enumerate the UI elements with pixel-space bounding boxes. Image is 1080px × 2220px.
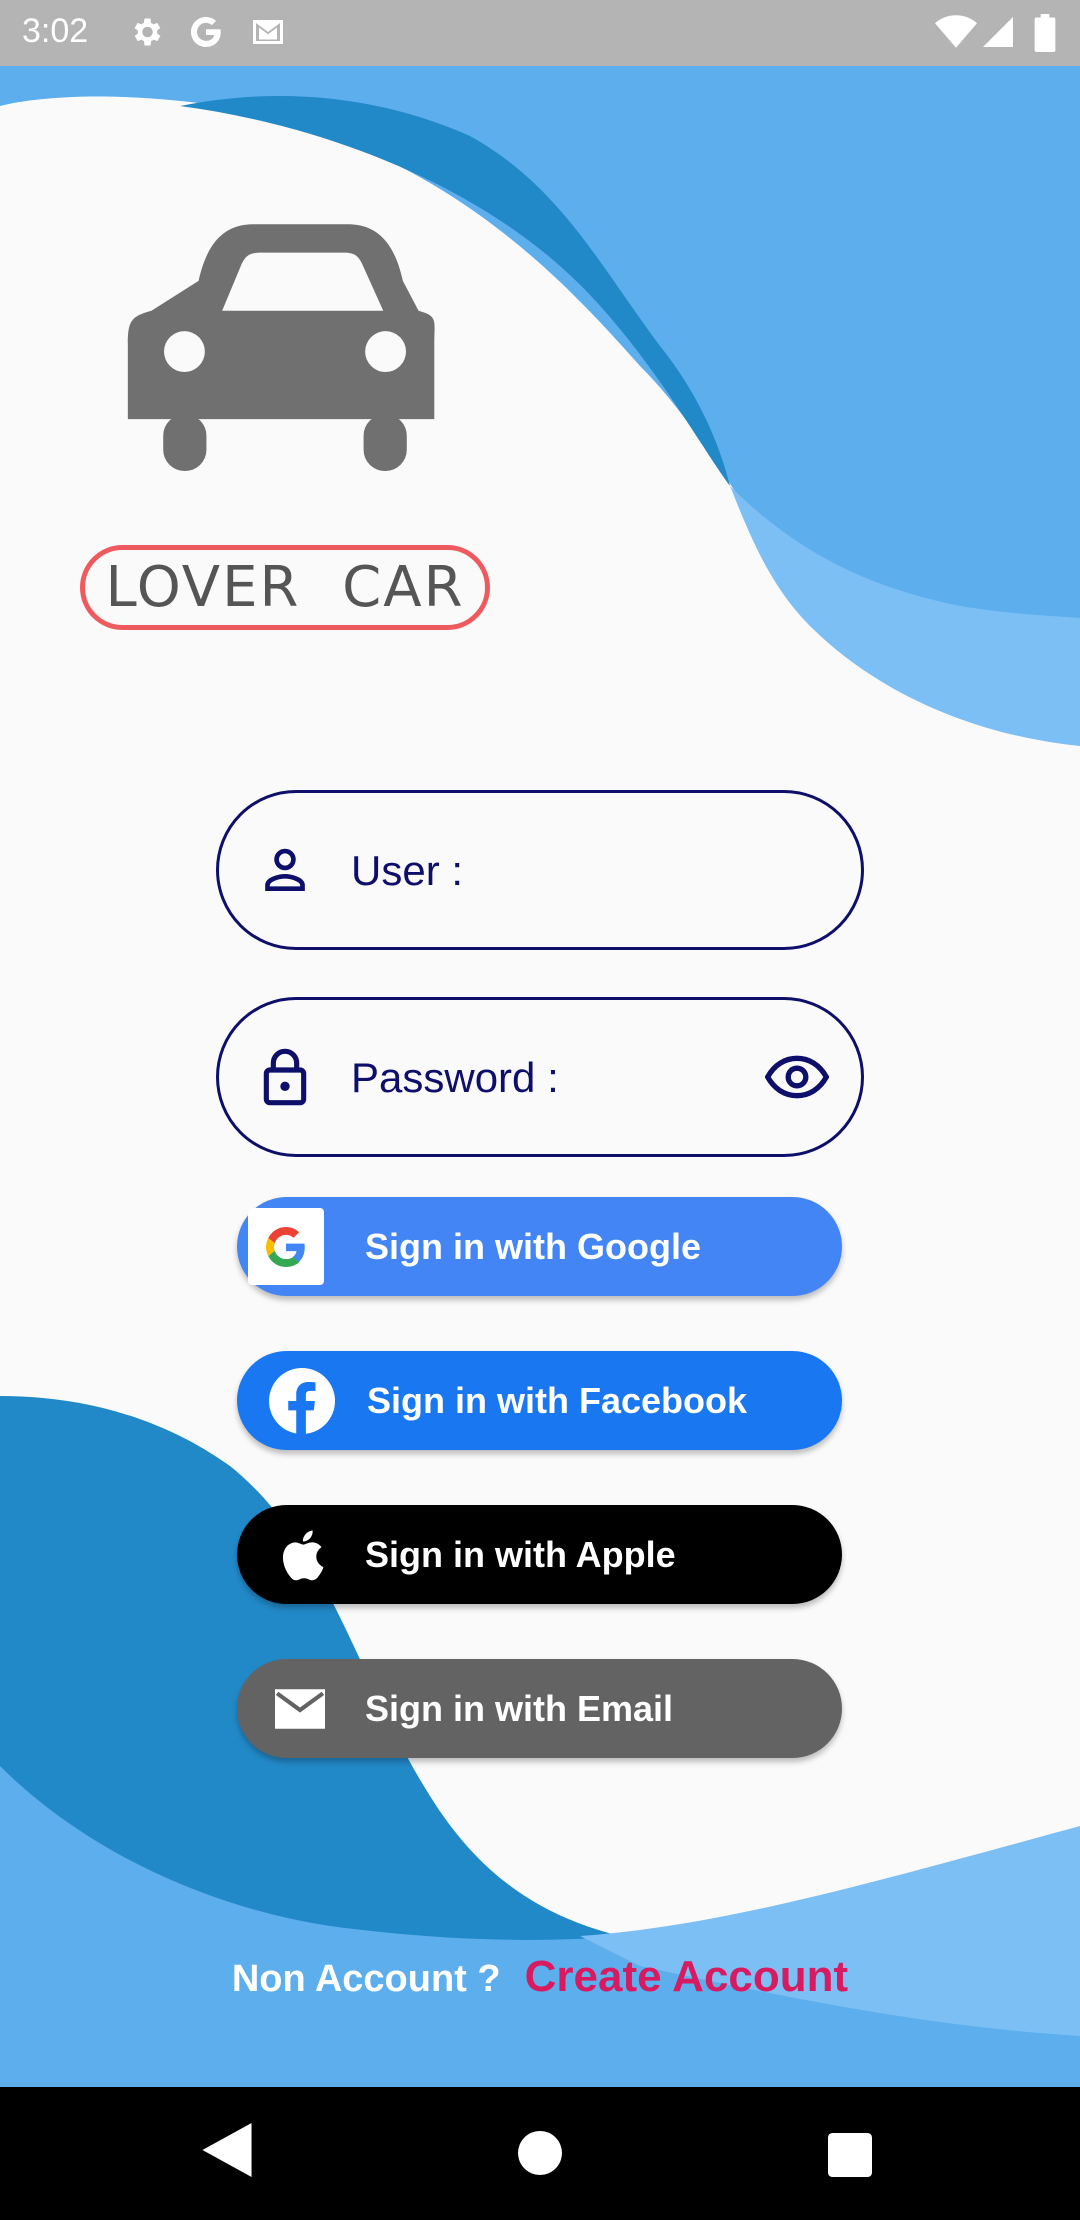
lock-icon — [263, 1048, 307, 1106]
email-signin-button[interactable]: Sign in with Email — [237, 1659, 842, 1758]
battery-icon — [1034, 14, 1056, 52]
user-input[interactable] — [349, 793, 733, 949]
user-field[interactable] — [216, 790, 864, 950]
facebook-icon — [269, 1367, 335, 1434]
create-account-link[interactable]: Create Account — [525, 1952, 849, 2002]
apple-signin-button[interactable]: Sign in with Apple — [237, 1505, 842, 1604]
person-icon — [265, 848, 305, 891]
settings-icon — [134, 18, 161, 46]
footer: Non Account ? Create Account — [0, 1952, 1080, 2002]
apple-signin-label: Sign in with Apple — [365, 1533, 676, 1575]
apple-icon — [282, 1529, 324, 1580]
email-signin-label: Sign in with Email — [365, 1687, 674, 1729]
non-account-text: Non Account ? — [231, 1958, 501, 2000]
google-logo-icon — [266, 1226, 305, 1267]
password-input[interactable] — [349, 1000, 733, 1156]
car-icon — [127, 224, 435, 471]
status-bar: 3:02 — [0, 0, 1080, 66]
google-signin-button[interactable]: Sign in with Google — [237, 1197, 842, 1296]
navigation-bar — [0, 2087, 1080, 2220]
google-logo-box — [248, 1208, 324, 1285]
password-field[interactable] — [216, 997, 864, 1157]
status-time: 3:02 — [22, 12, 89, 50]
facebook-signin-button[interactable]: Sign in with Facebook — [237, 1351, 842, 1450]
google-signin-label: Sign in with Google — [365, 1225, 701, 1267]
recents-icon[interactable] — [828, 2133, 872, 2177]
logo-text: LOVER CAR — [80, 545, 490, 630]
gmail-icon — [253, 20, 283, 44]
google-icon — [190, 17, 221, 48]
signal-icon — [983, 17, 1013, 47]
facebook-signin-label: Sign in with Facebook — [367, 1379, 748, 1421]
home-icon[interactable] — [518, 2131, 562, 2175]
wifi-icon — [935, 15, 977, 48]
back-icon[interactable] — [202, 2123, 252, 2177]
mail-icon — [275, 1688, 325, 1729]
eye-icon[interactable] — [765, 1055, 829, 1099]
